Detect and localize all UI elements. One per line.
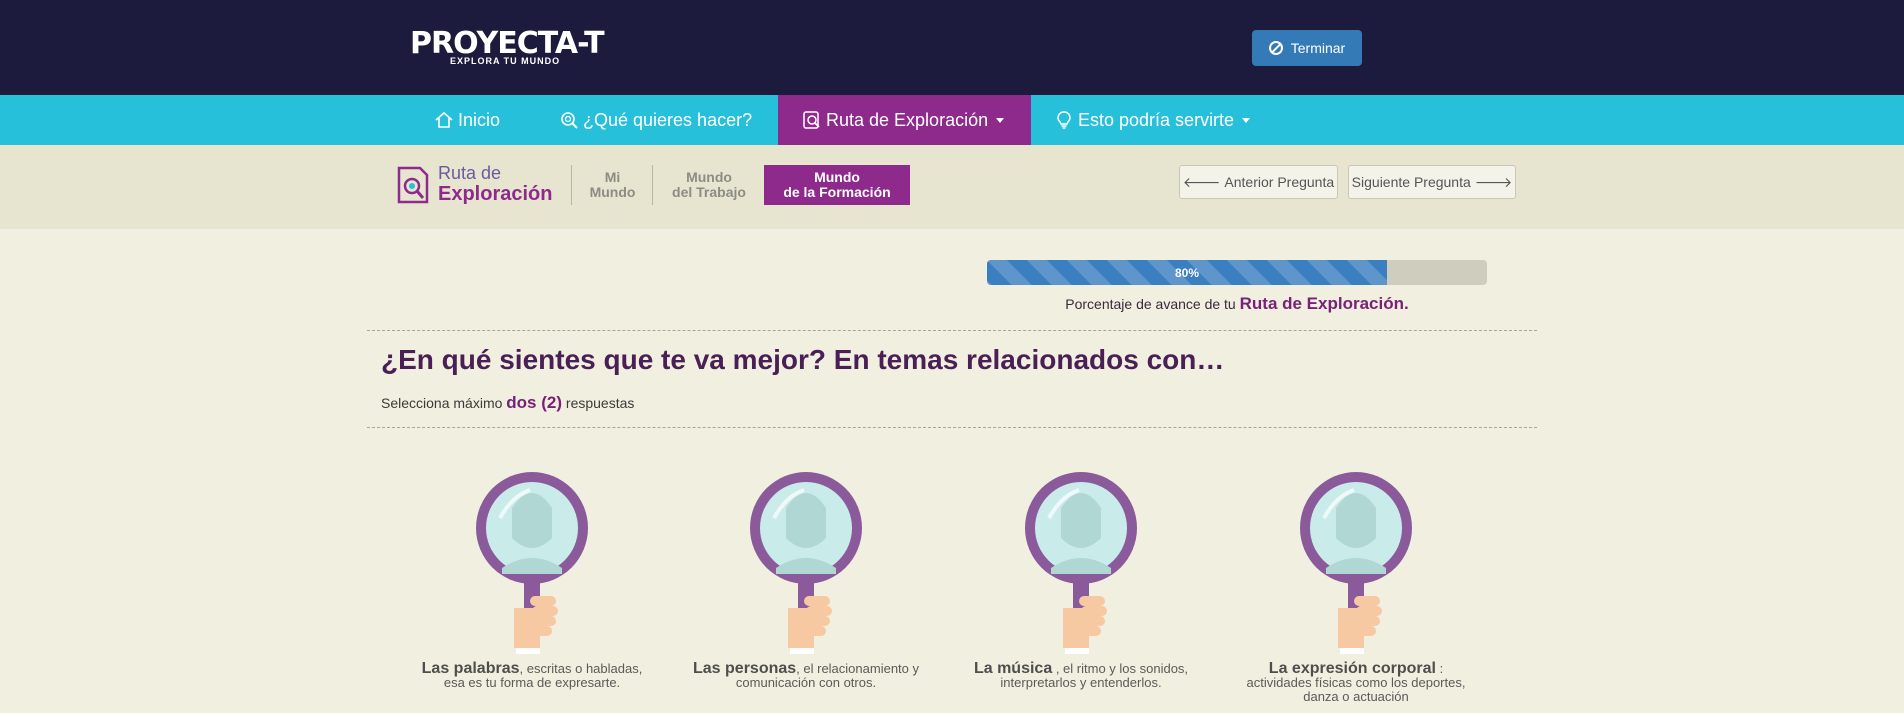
divider (571, 165, 572, 205)
tab-mundo-de-la-formacion[interactable]: Mundo de la Formación (764, 165, 910, 205)
magnifier-hand-icon (476, 472, 588, 654)
divider-bottom (367, 427, 1537, 428)
caption-strong: Ruta de Exploración. (1239, 294, 1409, 313)
tab-line2: Mundo (589, 184, 636, 200)
next-label: Siguiente Pregunta (1351, 174, 1471, 190)
option-caption: La música , el ritmo y los sonidos, inte… (961, 661, 1201, 690)
top-header: PROYECTA-T EXPLORA TU MUNDO Terminar (0, 0, 1904, 95)
search-icon (561, 112, 578, 129)
caption-prefix: Porcentaje de avance de tu (1065, 296, 1236, 312)
nav-label: Inicio (458, 109, 501, 130)
tab-line2: de la Formación (783, 184, 891, 200)
option-caption: Las personas, el relacionamiento y comun… (686, 661, 926, 690)
chevron-down-icon (996, 117, 1005, 123)
previous-question-button[interactable]: 🡐 Anterior Pregunta (1179, 165, 1338, 199)
instruction-prefix: Selecciona máximo (381, 395, 503, 411)
nav-label: Esto podría servirte (1078, 109, 1235, 130)
nav-item-inicio[interactable]: Inicio (420, 95, 514, 145)
progress-caption: Porcentaje de avance de tu Ruta de Explo… (987, 294, 1487, 314)
divider-top (367, 330, 1537, 331)
logo-tagline: EXPLORA TU MUNDO (450, 56, 561, 66)
magnifier-page-icon (803, 111, 820, 129)
option-card[interactable]: Las personas, el relacionamiento y comun… (686, 468, 926, 713)
chevron-down-icon (1242, 117, 1251, 123)
arrow-left-icon: 🡐 (1182, 173, 1221, 190)
terminar-label: Terminar (1290, 40, 1346, 56)
nav-label: Ruta de Exploración (826, 109, 989, 130)
lightbulb-icon (1057, 111, 1071, 129)
progress-bar: 80% (987, 260, 1487, 285)
sub-nav: Ruta de Exploración Mi Mundo Mundo del T… (0, 145, 1904, 229)
tab-line1: Mundo (814, 169, 860, 185)
nav-item-ruta-de-exploracion[interactable]: Ruta de Exploración (778, 95, 1031, 145)
brand-line2: Exploración (438, 183, 553, 205)
magnifier-hand-icon (1025, 472, 1137, 654)
magnifier-hand-icon (750, 472, 862, 654)
question-instruction: Selecciona máximo dos (2) respuestas (381, 393, 634, 413)
brand-line1: Ruta de (438, 163, 502, 183)
nav-item-esto-podria-servirte[interactable]: Esto podría servirte (1040, 95, 1264, 145)
main-nav: Inicio ¿Qué quieres hacer? Ruta de Explo… (0, 95, 1904, 145)
option-card[interactable]: Las palabras, escritas o habladas, esa e… (412, 468, 652, 713)
next-question-button[interactable]: Siguiente Pregunta 🡒 (1348, 165, 1516, 199)
terminar-button[interactable]: Terminar (1252, 30, 1362, 66)
arrow-right-icon: 🡒 (1474, 173, 1513, 190)
nav-item-que-quieres-hacer[interactable]: ¿Qué quieres hacer? (545, 95, 766, 145)
nav-label: ¿Qué quieres hacer? (583, 109, 753, 130)
tab-mundo-del-trabajo[interactable]: Mundo del Trabajo (663, 165, 755, 205)
instruction-suffix: respuestas (565, 395, 635, 411)
option-caption: La expresión corporal : actividades físi… (1236, 661, 1476, 704)
question-title: ¿En qué sientes que te va mejor? En tema… (381, 344, 1225, 375)
magnifier-hand-icon (1300, 472, 1412, 654)
tab-mi-mundo[interactable]: Mi Mundo (585, 165, 640, 205)
ban-icon (1268, 41, 1283, 55)
proyectat-logo[interactable]: PROYECTA-T EXPLORA TU MUNDO (410, 28, 635, 68)
ruta-page-icon (397, 166, 429, 204)
progress-label: 80% (1174, 265, 1200, 280)
tab-line1: Mi (604, 169, 621, 185)
home-icon (435, 111, 453, 128)
divider (652, 165, 653, 205)
instruction-strong: dos (2) (506, 393, 563, 412)
option-caption: Las palabras, escritas o habladas, esa e… (412, 661, 652, 690)
option-card[interactable]: La música , el ritmo y los sonidos, inte… (961, 468, 1201, 713)
progress-fill: 80% (987, 260, 1387, 285)
tab-line1: Mundo (686, 169, 732, 185)
option-card[interactable]: La expresión corporal : actividades físi… (1236, 468, 1476, 713)
tab-line2: del Trabajo (672, 184, 746, 200)
ruta-exploracion-brand: Ruta de Exploración (396, 163, 561, 211)
previous-label: Anterior Pregunta (1224, 174, 1335, 190)
